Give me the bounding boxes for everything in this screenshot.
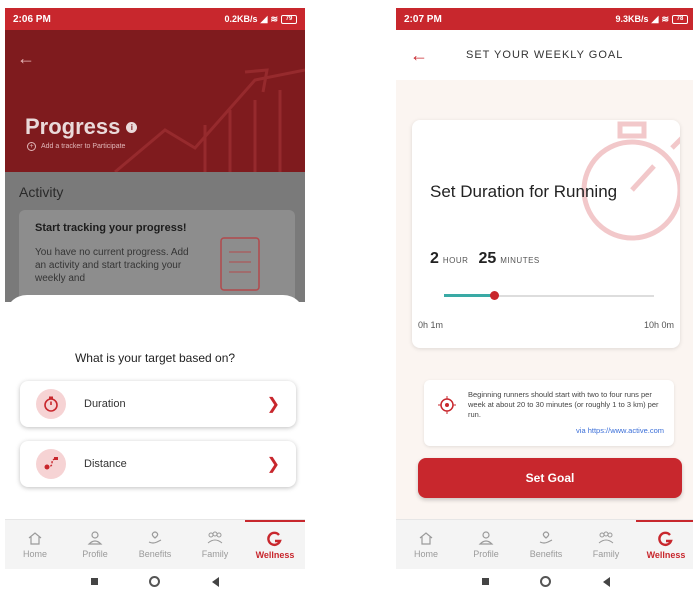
duration-option[interactable]: Duration ❯	[20, 381, 296, 427]
nav-benefits[interactable]: Benefits	[516, 520, 576, 569]
hours-value: 2	[430, 250, 439, 267]
duration-goal-card: Set Duration for Running 2 HOUR 25 MINUT…	[412, 120, 680, 348]
nav-benefits[interactable]: Benefits	[125, 520, 185, 569]
nav-family[interactable]: Family	[185, 520, 245, 569]
tip-text: Beginning runners should start with two …	[468, 390, 659, 419]
wellness-logo-icon	[267, 531, 282, 547]
status-time: 2:06 PM	[13, 13, 51, 25]
family-icon	[207, 531, 223, 544]
back-button[interactable]	[603, 576, 611, 587]
add-tracker-link[interactable]: + Add a tracker to Participate	[27, 142, 125, 151]
activity-heading: Activity	[19, 184, 64, 200]
slider-max-label: 10h 0m	[643, 320, 674, 330]
target-icon	[438, 396, 456, 419]
wifi-icon: ≋	[661, 13, 669, 24]
nav-wellness[interactable]: Wellness	[636, 520, 693, 569]
slider-thumb[interactable]	[490, 291, 500, 300]
nav-wellness[interactable]: Wellness	[245, 520, 305, 569]
activity-card-body: You have no current progress. Add an act…	[35, 247, 189, 284]
nav-home[interactable]: Home	[5, 520, 65, 569]
nav-label: Home	[22, 549, 47, 559]
phone-screen-left: 2:06 PM 0.2KB/s ◢ ≋ 79 ← Progress i + Ad…	[5, 8, 305, 594]
set-goal-button[interactable]: Set Goal	[418, 458, 682, 498]
home-icon	[28, 532, 42, 545]
duration-readout: 2 HOUR 25 MINUTES	[430, 250, 546, 268]
phone-screen-right: 2:07 PM 9.3KB/s ◢ ≋ 78 ← SET YOUR WEEKLY…	[396, 8, 693, 594]
nav-label: Benefits	[138, 549, 172, 559]
distance-label: Distance	[84, 458, 127, 470]
status-bar: 2:07 PM 9.3KB/s ◢ ≋ 78	[396, 8, 693, 30]
wellness-logo-icon	[658, 531, 673, 547]
status-bar: 2:06 PM 0.2KB/s ◢ ≋ 79	[5, 8, 305, 30]
status-time: 2:07 PM	[404, 13, 442, 25]
network-speed: 9.3KB/s	[615, 14, 649, 24]
nav-label: Profile	[473, 549, 499, 559]
distance-option[interactable]: Distance ❯	[20, 441, 296, 487]
system-nav-bar	[5, 569, 305, 594]
running-tip-card: Beginning runners should start with two …	[424, 380, 674, 446]
page-title: SET YOUR WEEKLY GOAL	[466, 49, 624, 61]
stopwatch-icon	[36, 389, 66, 419]
signal-icon: ◢	[651, 13, 659, 24]
home-icon	[419, 532, 433, 545]
recent-apps-button[interactable]	[90, 578, 98, 585]
minutes-unit: MINUTES	[500, 256, 540, 265]
nav-label: Family	[201, 549, 229, 559]
nav-label: Wellness	[255, 550, 295, 560]
benefits-icon	[148, 531, 162, 544]
home-button[interactable]	[149, 576, 161, 587]
nav-home[interactable]: Home	[396, 520, 456, 569]
back-button[interactable]	[212, 576, 220, 587]
nav-label: Profile	[82, 549, 108, 559]
battery-icon: 78	[672, 14, 688, 24]
bottom-nav: Home Profile Benefits Family Wellness	[5, 519, 305, 569]
network-speed: 0.2KB/s	[224, 14, 258, 24]
slider-fill	[444, 294, 495, 297]
status-indicators: 0.2KB/s ◢ ≋ 79	[224, 13, 297, 25]
checklist-icon	[220, 237, 260, 291]
family-icon	[598, 531, 614, 544]
nav-label: Wellness	[646, 550, 686, 560]
hours-unit: HOUR	[442, 256, 469, 265]
chevron-right-icon: ❯	[266, 456, 280, 473]
add-tracker-text: Add a tracker to Participate	[41, 143, 126, 150]
back-arrow-icon[interactable]: ←	[17, 48, 35, 69]
profile-icon	[87, 531, 103, 545]
page-title: Progress i	[25, 114, 138, 140]
activity-section: Activity Start tracking your progress! Y…	[5, 172, 305, 330]
target-question: What is your target based on?	[74, 351, 236, 365]
nav-family[interactable]: Family	[576, 520, 636, 569]
route-icon	[36, 449, 66, 479]
home-button[interactable]	[540, 576, 552, 587]
add-icon: +	[27, 142, 36, 151]
back-arrow-icon[interactable]: ←	[410, 45, 450, 66]
system-nav-bar	[396, 569, 693, 594]
nav-label: Home	[413, 549, 438, 559]
slider-min-label: 0h 1m	[418, 320, 444, 330]
tip-source-link[interactable]: via https://www.active.com	[468, 426, 664, 435]
chevron-right-icon: ❯	[266, 396, 280, 413]
nav-profile[interactable]: Profile	[65, 520, 125, 569]
progress-hero: ← Progress i + Add a tracker to Particip…	[5, 30, 305, 172]
bottom-nav: Home Profile Benefits Family Wellness	[396, 519, 693, 569]
status-indicators: 9.3KB/s ◢ ≋ 78	[615, 13, 688, 25]
profile-icon	[478, 531, 494, 545]
minutes-value: 25	[478, 250, 497, 267]
nav-label: Benefits	[529, 549, 563, 559]
info-icon[interactable]: i	[126, 121, 138, 133]
duration-label: Duration	[84, 398, 126, 410]
recent-apps-button[interactable]	[481, 578, 489, 585]
nav-profile[interactable]: Profile	[456, 520, 516, 569]
nav-label: Family	[592, 549, 620, 559]
target-bottom-sheet: What is your target based on? Duration ❯…	[5, 295, 305, 515]
signal-icon: ◢	[260, 13, 268, 24]
page-header: ← SET YOUR WEEKLY GOAL	[396, 30, 693, 80]
battery-icon: 79	[281, 14, 297, 24]
goal-title: Set Duration for Running	[430, 182, 618, 201]
wifi-icon: ≋	[270, 13, 278, 24]
duration-slider[interactable]	[444, 290, 654, 302]
benefits-icon	[539, 531, 553, 544]
goal-body: Set Duration for Running 2 HOUR 25 MINUT…	[396, 80, 693, 519]
page-title-text: Progress	[25, 114, 121, 139]
